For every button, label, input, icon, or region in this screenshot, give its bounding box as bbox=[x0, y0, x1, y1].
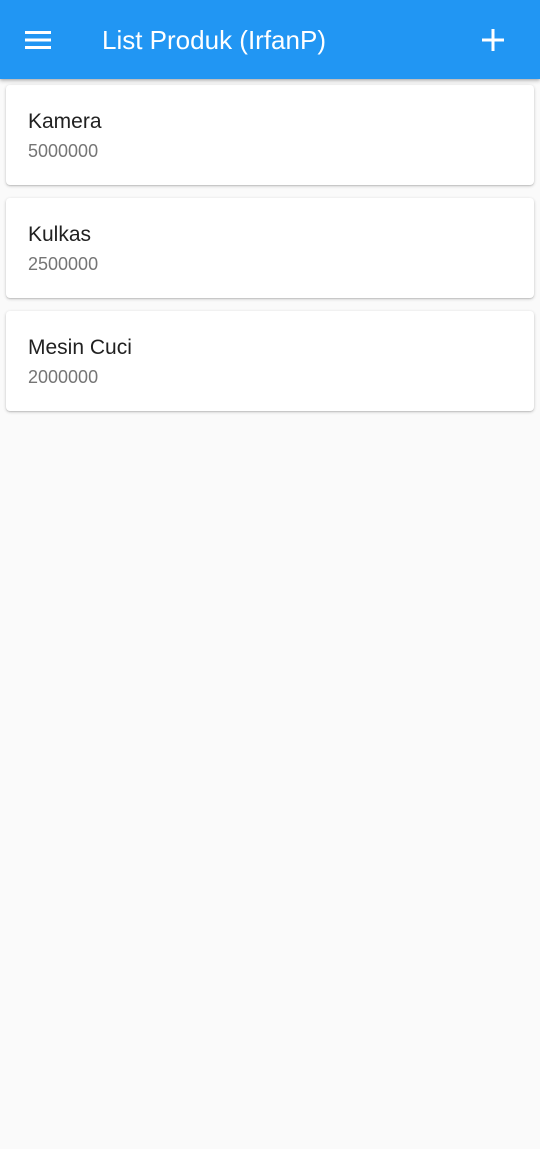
product-name: Kulkas bbox=[28, 223, 92, 246]
product-list: Kamera 5000000 Kulkas 2500000 Mesin Cuci… bbox=[6, 85, 534, 424]
product-name: Mesin Cuci bbox=[28, 336, 132, 359]
plus-icon bbox=[482, 29, 504, 51]
product-price: 2500000 bbox=[28, 254, 99, 274]
product-card[interactable]: Kulkas 2500000 bbox=[6, 198, 534, 298]
hamburger-menu-icon bbox=[25, 31, 51, 49]
page-title: List Produk (IrfanP) bbox=[102, 25, 326, 55]
product-price: 5000000 bbox=[28, 141, 99, 161]
app-bar: List Produk (IrfanP) bbox=[0, 0, 540, 79]
product-price: 2000000 bbox=[28, 367, 99, 387]
product-card[interactable]: Kamera 5000000 bbox=[6, 85, 534, 185]
product-card[interactable]: Mesin Cuci 2000000 bbox=[6, 311, 534, 411]
product-name: Kamera bbox=[28, 110, 102, 133]
add-product-button[interactable] bbox=[468, 15, 518, 65]
menu-button[interactable] bbox=[14, 15, 64, 65]
